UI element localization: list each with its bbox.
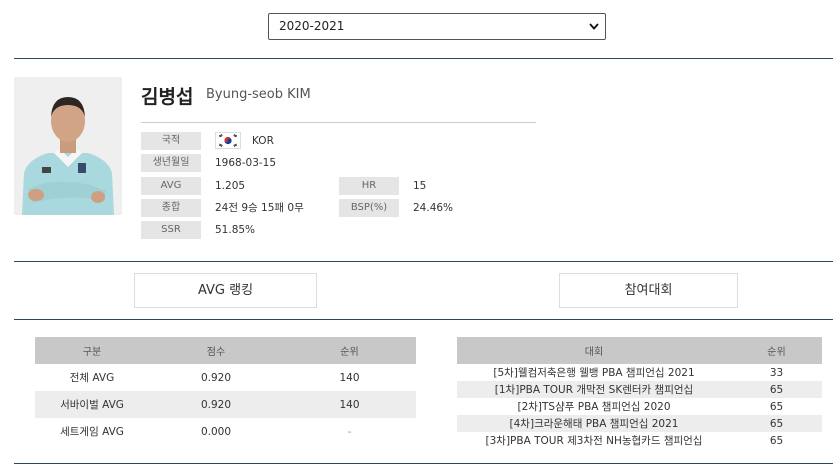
avg-type: 전체 AVG bbox=[69, 372, 115, 384]
table-row[interactable]: [4차]크라운해태 PBA 챔피언십 2021 65 bbox=[457, 415, 822, 432]
avg-score: 0.920 bbox=[149, 391, 283, 418]
hr-value: 15 bbox=[413, 180, 427, 192]
table-row[interactable]: [5차]웰컴저축은행 웰뱅 PBA 챔피언십 2021 33 bbox=[457, 364, 822, 381]
tournament-name[interactable]: [2차]TS샴푸 PBA 챔피언십 2020 bbox=[457, 398, 731, 415]
player-photo bbox=[14, 77, 122, 215]
tournament-table: 대회 순위 [5차]웰컴저축은행 웰뱅 PBA 챔피언십 2021 33 [1차… bbox=[457, 337, 822, 449]
avg-type: 서바이벌 AVG bbox=[35, 391, 149, 418]
hr-label: HR bbox=[339, 177, 399, 195]
avg-ranking-table: 구분 점수 순위 전체 AVG 0.920 140 서바이벌 AVG 0.920… bbox=[35, 337, 416, 445]
season-select[interactable]: 2020-2021 bbox=[268, 13, 606, 40]
table-row: 서바이벌 AVG 0.920 140 bbox=[35, 391, 416, 418]
column-header: 점수 bbox=[149, 337, 283, 364]
tournament-name[interactable]: [4차]크라운해태 PBA 챔피언십 2021 bbox=[457, 415, 731, 432]
season-select-value: 2020-2021 bbox=[279, 19, 345, 33]
divider bbox=[14, 463, 833, 464]
bsp-label: BSP(%) bbox=[339, 199, 399, 217]
divider bbox=[14, 58, 833, 59]
tab-avg-ranking[interactable]: AVG 랭킹 bbox=[134, 273, 317, 308]
record-value: 24전 9승 15패 0무 bbox=[215, 202, 304, 214]
ssr-value: 51.85% bbox=[215, 224, 256, 236]
name-divider bbox=[141, 122, 536, 123]
column-header: 대회 bbox=[457, 337, 731, 364]
column-header: 구분 bbox=[35, 337, 149, 364]
avg-rank: - bbox=[347, 425, 352, 438]
bsp-value: 24.46% bbox=[413, 202, 454, 214]
tournament-rank: 65 bbox=[731, 381, 822, 398]
korea-flag-icon bbox=[215, 132, 241, 149]
table-row: 세트게임 AVG 0.000 - bbox=[35, 418, 416, 445]
divider bbox=[14, 319, 833, 320]
divider bbox=[14, 261, 833, 262]
table-row[interactable]: [2차]TS샴푸 PBA 챔피언십 2020 65 bbox=[457, 398, 822, 415]
birth-value: 1968-03-15 bbox=[215, 157, 277, 169]
tournament-rank: 33 bbox=[769, 366, 784, 379]
avg-rank: 140 bbox=[283, 391, 416, 418]
tournament-name[interactable]: [1차]PBA TOUR 개막전 SK렌터카 챔피언십 bbox=[457, 381, 731, 398]
table-row[interactable]: [1차]PBA TOUR 개막전 SK렌터카 챔피언십 65 bbox=[457, 381, 822, 398]
country-label: 국적 bbox=[141, 132, 201, 150]
table-row: 전체 AVG 0.920 140 bbox=[35, 364, 416, 391]
player-name-korean: 김병섭 bbox=[141, 86, 194, 108]
tournament-rank: 65 bbox=[769, 434, 784, 447]
table-row[interactable]: [3차]PBA TOUR 제3차전 NH농협카드 챔피언십 65 bbox=[457, 432, 822, 449]
record-label: 종합 bbox=[141, 199, 201, 217]
player-name-english: Byung-seob KIM bbox=[206, 87, 311, 102]
country-value: KOR bbox=[252, 135, 274, 147]
tab-tournaments[interactable]: 참여대회 bbox=[559, 273, 738, 308]
avg-label: AVG bbox=[141, 177, 201, 195]
avg-value: 1.205 bbox=[215, 180, 246, 192]
tournament-name[interactable]: [3차]PBA TOUR 제3차전 NH농협카드 챔피언십 bbox=[457, 432, 731, 449]
tournament-rank: 65 bbox=[769, 400, 784, 413]
birth-label: 생년월일 bbox=[141, 154, 201, 172]
ssr-label: SSR bbox=[141, 221, 201, 239]
chevron-down-icon bbox=[589, 14, 599, 48]
avg-score: 0.920 bbox=[200, 371, 232, 384]
tournament-name[interactable]: [5차]웰컴저축은행 웰뱅 PBA 챔피언십 2021 bbox=[457, 364, 731, 381]
avg-score: 0.000 bbox=[200, 425, 232, 438]
column-header: 순위 bbox=[731, 337, 822, 364]
column-header: 순위 bbox=[283, 337, 416, 364]
tournament-rank: 65 bbox=[731, 415, 822, 432]
avg-rank: 140 bbox=[339, 371, 360, 384]
avg-type: 세트게임 AVG bbox=[60, 426, 124, 438]
